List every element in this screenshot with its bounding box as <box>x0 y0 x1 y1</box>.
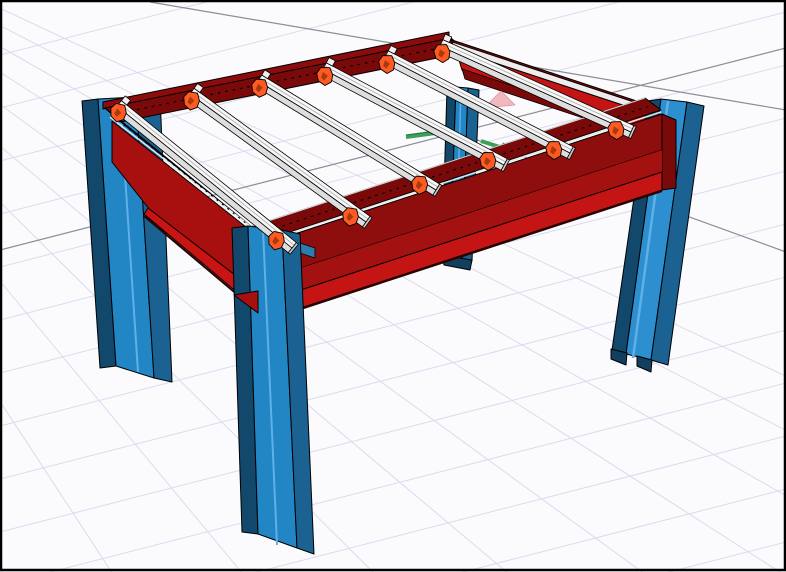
model-viewport[interactable] <box>0 0 786 572</box>
